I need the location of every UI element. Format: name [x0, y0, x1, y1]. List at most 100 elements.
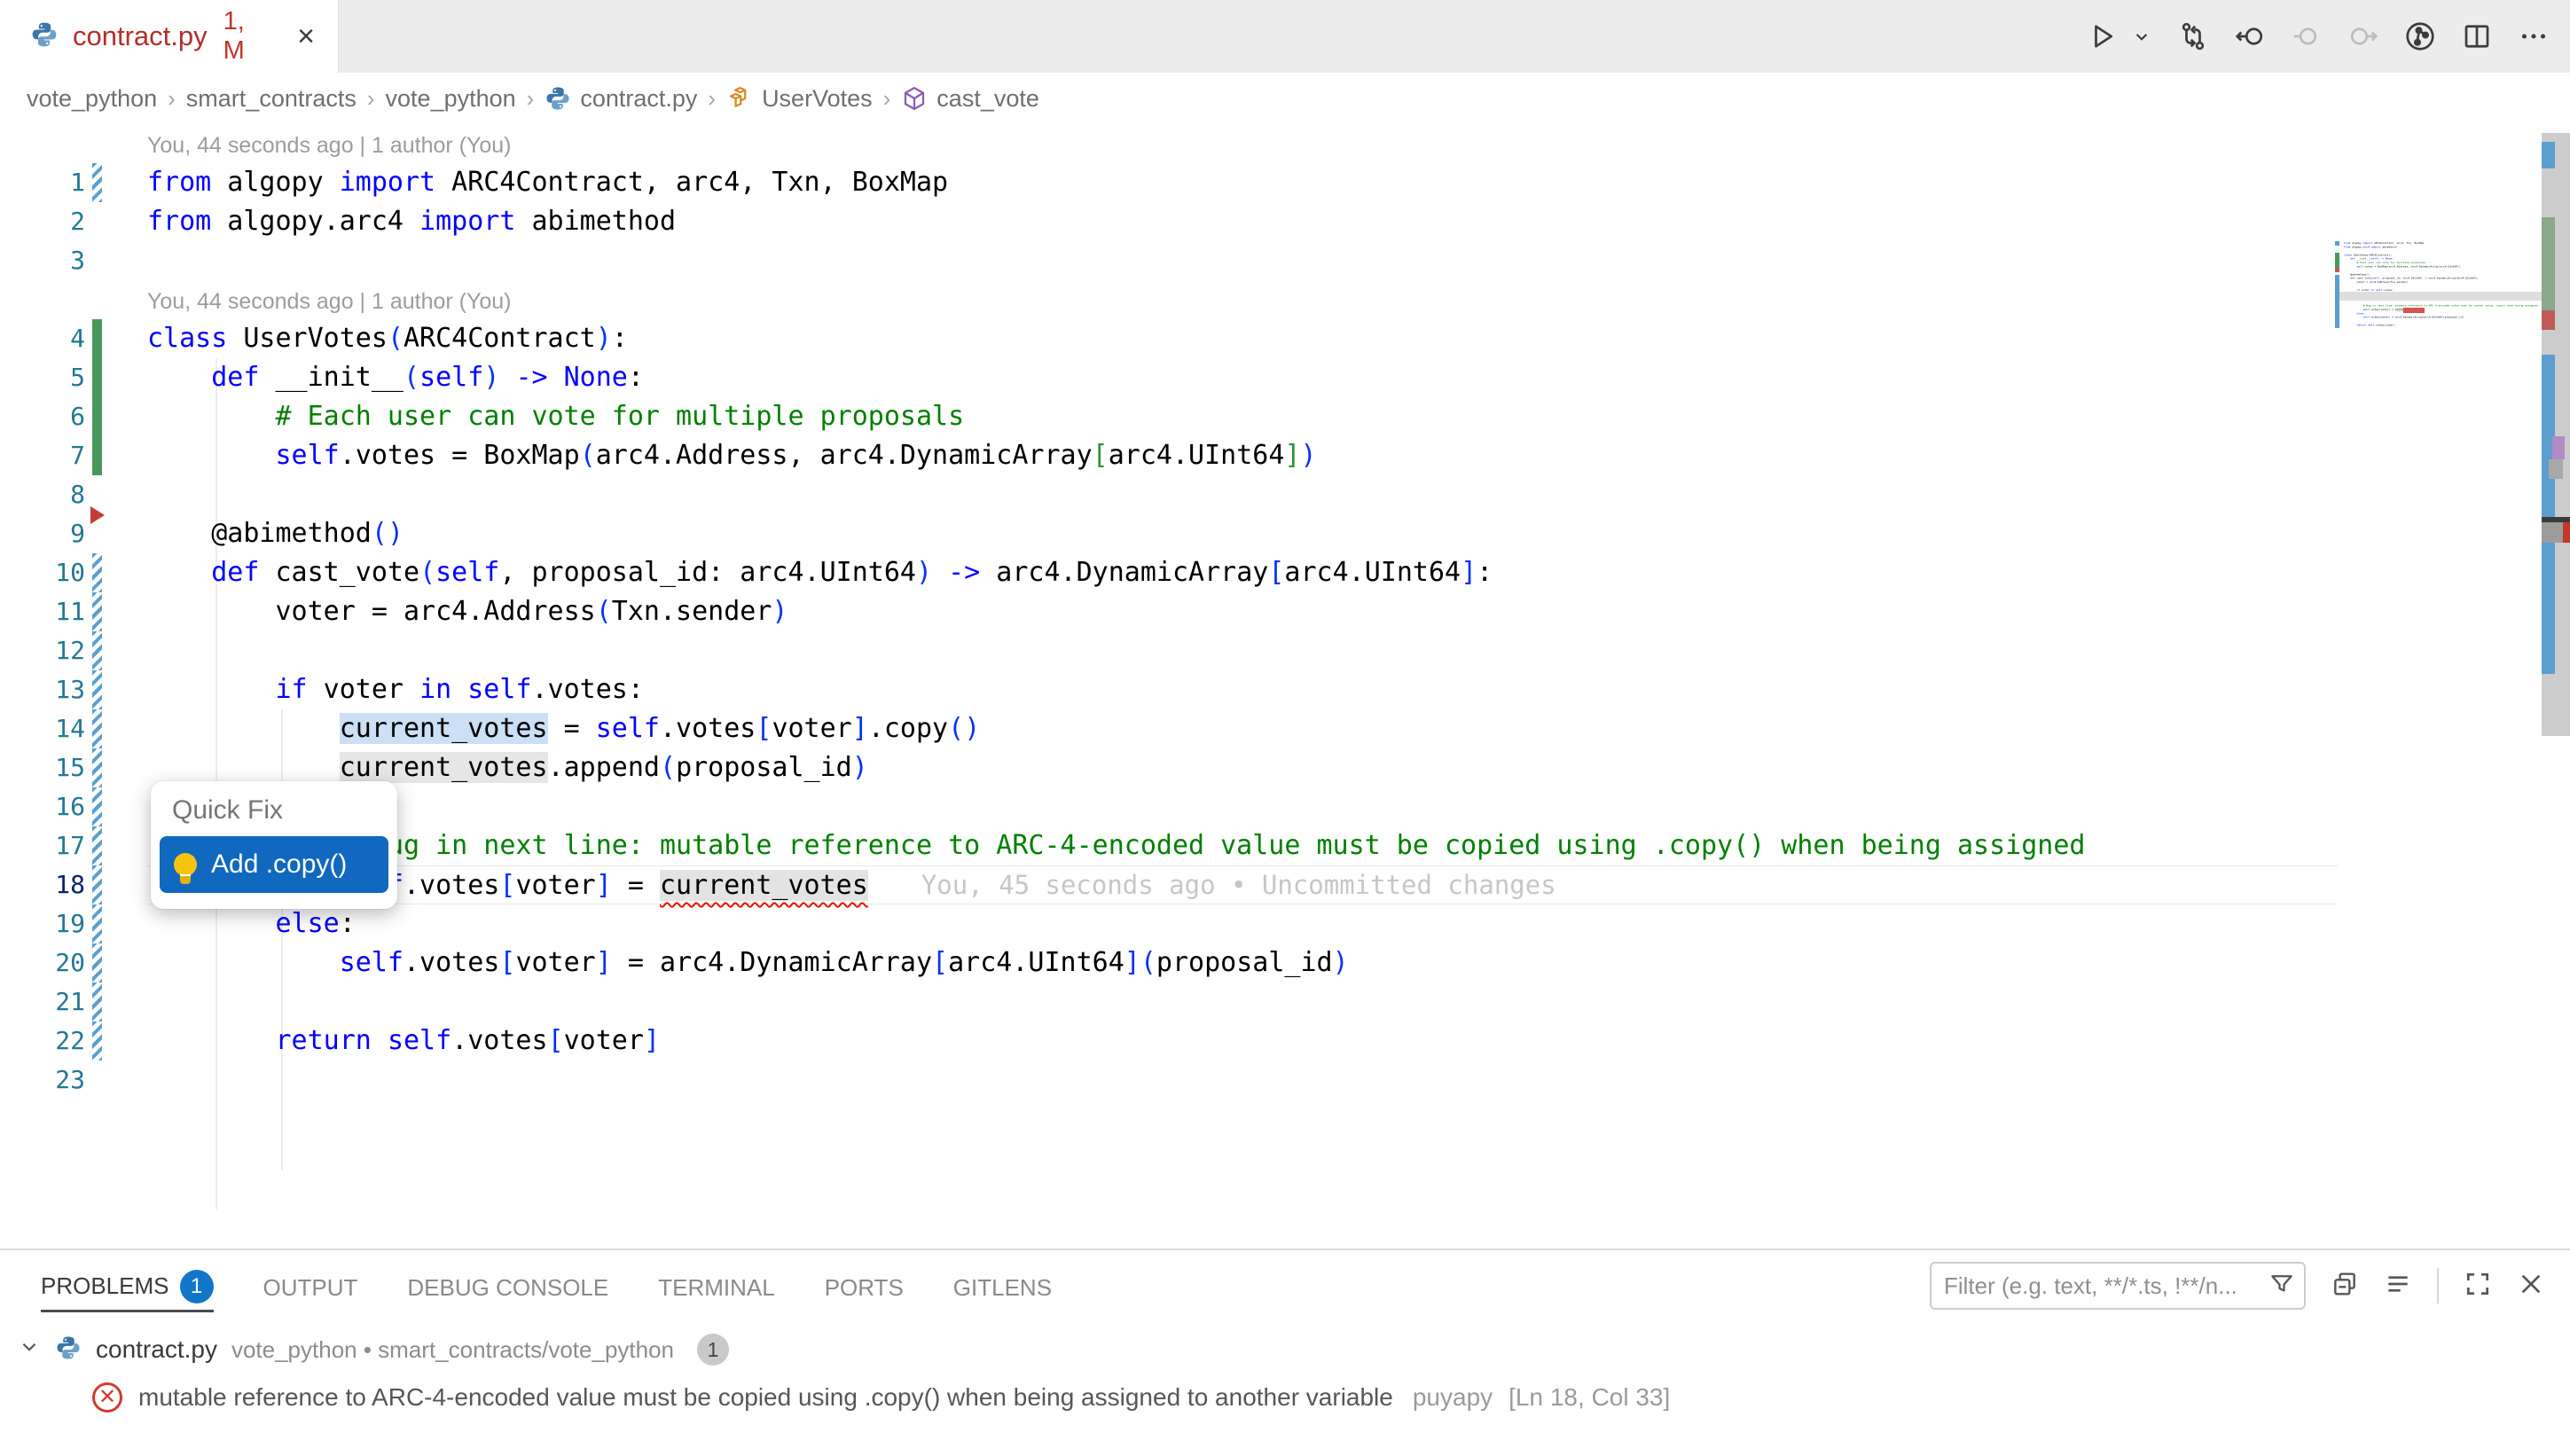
open-changes-icon[interactable] — [2176, 20, 2210, 53]
problems-filter-input[interactable] — [1944, 1272, 2268, 1300]
filter-icon[interactable] — [2268, 1271, 2295, 1302]
code-token: self — [467, 674, 531, 705]
code-line-2[interactable]: 2 from algopy.arc4 import abimethod — [0, 202, 2338, 241]
breadcrumb-item-smart_contracts[interactable]: smart_contracts — [186, 85, 357, 113]
go-back-change-icon[interactable] — [2233, 20, 2267, 53]
panel-tab-label: PROBLEMS — [41, 1272, 169, 1300]
line-number-23[interactable]: 23 — [0, 1061, 85, 1100]
line-number-9[interactable]: 9 — [0, 514, 85, 553]
panel-tab-debug-console[interactable]: DEBUG CONSOLE — [407, 1263, 608, 1312]
code-line-21[interactable]: 21 — [0, 982, 2338, 1022]
code-token: proposal_id — [2445, 316, 2463, 319]
code-token — [147, 1025, 276, 1056]
line-number-15[interactable]: 15 — [0, 748, 85, 787]
code-line-5[interactable]: 5 def __init__(self) -> None: — [0, 358, 2338, 397]
line-number-14[interactable]: 14 — [0, 709, 85, 748]
code-token: class — [2344, 254, 2352, 257]
code-token: : — [2363, 312, 2365, 316]
line-number-3[interactable]: 3 — [0, 241, 85, 280]
breadcrumb-item-cast_vote[interactable]: cast_vote — [901, 85, 1039, 113]
code-token: ) — [483, 362, 499, 393]
line-number-19[interactable]: 19 — [0, 904, 85, 943]
tab-contract-py[interactable]: contract.py 1, M × — [0, 0, 339, 73]
panel-tab-output[interactable]: OUTPUT — [263, 1263, 358, 1312]
code-editor[interactable]: You, 44 seconds ago | 1 author (You)1fro… — [0, 124, 2570, 1249]
code-token — [147, 752, 340, 783]
collapse-all-icon[interactable] — [2384, 1270, 2412, 1303]
code-line-20[interactable]: 20 self.votes[voter] = arc4.DynamicArray… — [0, 943, 2338, 982]
code-line-9[interactable]: 9 @abimethod() — [0, 514, 2338, 553]
problem-row[interactable]: ✕ mutable reference to ARC-4-encoded val… — [92, 1374, 1670, 1421]
code-line-19[interactable]: 19 else: — [0, 904, 2338, 943]
line-number-2[interactable]: 2 — [0, 202, 85, 241]
line-number-18[interactable]: 18 — [0, 865, 85, 904]
problems-file-group-row[interactable]: contract.py vote_python • smart_contract… — [18, 1327, 729, 1373]
code-line-11[interactable]: 11 voter = arc4.Address(Txn.sender) — [0, 592, 2338, 631]
breadcrumb-item-vote_python[interactable]: vote_python — [386, 85, 516, 113]
code-line-14[interactable]: 14 current_votes = self.votes[voter].cop… — [0, 709, 2338, 748]
breadcrumb-item-vote_python[interactable]: vote_python — [27, 85, 157, 113]
code-text: # Bug in next line: mutable reference to… — [147, 826, 2338, 865]
code-token — [451, 674, 467, 705]
view-as-table-icon[interactable] — [2331, 1270, 2359, 1303]
code-token: def — [211, 557, 259, 588]
gutter: 17 — [0, 826, 147, 865]
line-number-20[interactable]: 20 — [0, 943, 85, 982]
code-token: = — [548, 713, 596, 744]
line-number-7[interactable]: 7 — [0, 436, 85, 475]
code-line-8[interactable]: 8 — [0, 475, 2338, 514]
overview-ruler[interactable] — [2542, 124, 2570, 1249]
line-number-1[interactable]: 1 — [0, 163, 85, 202]
panel-tab-terminal[interactable]: TERMINAL — [658, 1263, 774, 1312]
line-number-8[interactable]: 8 — [0, 475, 85, 514]
code-line-12[interactable]: 12 — [0, 631, 2338, 670]
code-line-7[interactable]: 7 self.votes = BoxMap(arc4.Address, arc4… — [0, 436, 2338, 475]
code-line-22[interactable]: 22 return self.votes[voter] — [0, 1022, 2338, 1061]
breadcrumb-item-UserVotes[interactable]: UserVotes — [726, 85, 873, 113]
code-text: from algopy.arc4 import abimethod — [147, 202, 2338, 241]
code-line-6[interactable]: 6 # Each user can vote for multiple prop… — [0, 397, 2338, 436]
line-number-5[interactable]: 5 — [0, 358, 85, 397]
code-text — [147, 475, 2338, 514]
line-number-17[interactable]: 17 — [0, 826, 85, 865]
code-line-3[interactable]: 3 — [0, 241, 2338, 280]
code-text — [147, 1061, 2338, 1100]
close-panel-icon[interactable] — [2517, 1270, 2545, 1303]
breadcrumb-item-contract.py[interactable]: contract.py — [545, 85, 697, 113]
code-line-13[interactable]: 13 if voter in self.votes: — [0, 670, 2338, 709]
line-number-16[interactable]: 16 — [0, 787, 85, 826]
code-line-4[interactable]: 4class UserVotes(ARC4Contract): — [0, 319, 2338, 358]
line-number-21[interactable]: 21 — [0, 982, 85, 1022]
minimap[interactable]: from algopy import ARC4Contract, arc4, T… — [2335, 241, 2543, 472]
line-number-22[interactable]: 22 — [0, 1022, 85, 1061]
panel-tab-ports[interactable]: PORTS — [825, 1263, 904, 1312]
run-python-file-button[interactable] — [2086, 20, 2119, 53]
chevron-down-icon[interactable] — [18, 1335, 41, 1365]
line-number-6[interactable]: 6 — [0, 397, 85, 436]
line-number-13[interactable]: 13 — [0, 670, 85, 709]
previous-change-icon[interactable] — [2290, 20, 2323, 53]
code-token: .votes — [451, 1025, 547, 1056]
more-actions-icon[interactable] — [2517, 20, 2550, 53]
code-line-10[interactable]: 10 def cast_vote(self, proposal_id: arc4… — [0, 553, 2338, 592]
line-number-11[interactable]: 11 — [0, 592, 85, 631]
code-line-23[interactable]: 23 — [0, 1061, 2338, 1100]
next-change-icon[interactable] — [2347, 20, 2380, 53]
commit-graph-icon[interactable] — [2403, 20, 2437, 53]
gutter: 7 — [0, 436, 147, 475]
split-editor-icon[interactable] — [2460, 20, 2494, 53]
quick-fix-add-copy-action[interactable]: Add .copy() — [160, 836, 388, 893]
line-number-12[interactable]: 12 — [0, 631, 85, 670]
line-number-10[interactable]: 10 — [0, 553, 85, 592]
problem-source: puyapy — [1413, 1383, 1493, 1412]
overview-ruler-mark — [2542, 355, 2555, 674]
panel-tab-problems[interactable]: PROBLEMS1 — [41, 1263, 214, 1312]
run-dropdown-chevron-icon[interactable] — [2130, 20, 2153, 53]
line-number-4[interactable]: 4 — [0, 319, 85, 358]
close-icon[interactable]: × — [297, 21, 315, 51]
maximize-panel-icon[interactable] — [2464, 1270, 2492, 1303]
code-token: else — [2356, 312, 2362, 316]
panel-tab-gitlens[interactable]: GITLENS — [953, 1263, 1052, 1312]
code-line-1[interactable]: 1from algopy import ARC4Contract, arc4, … — [0, 163, 2338, 202]
deleted-lines-marker-icon — [90, 506, 105, 524]
